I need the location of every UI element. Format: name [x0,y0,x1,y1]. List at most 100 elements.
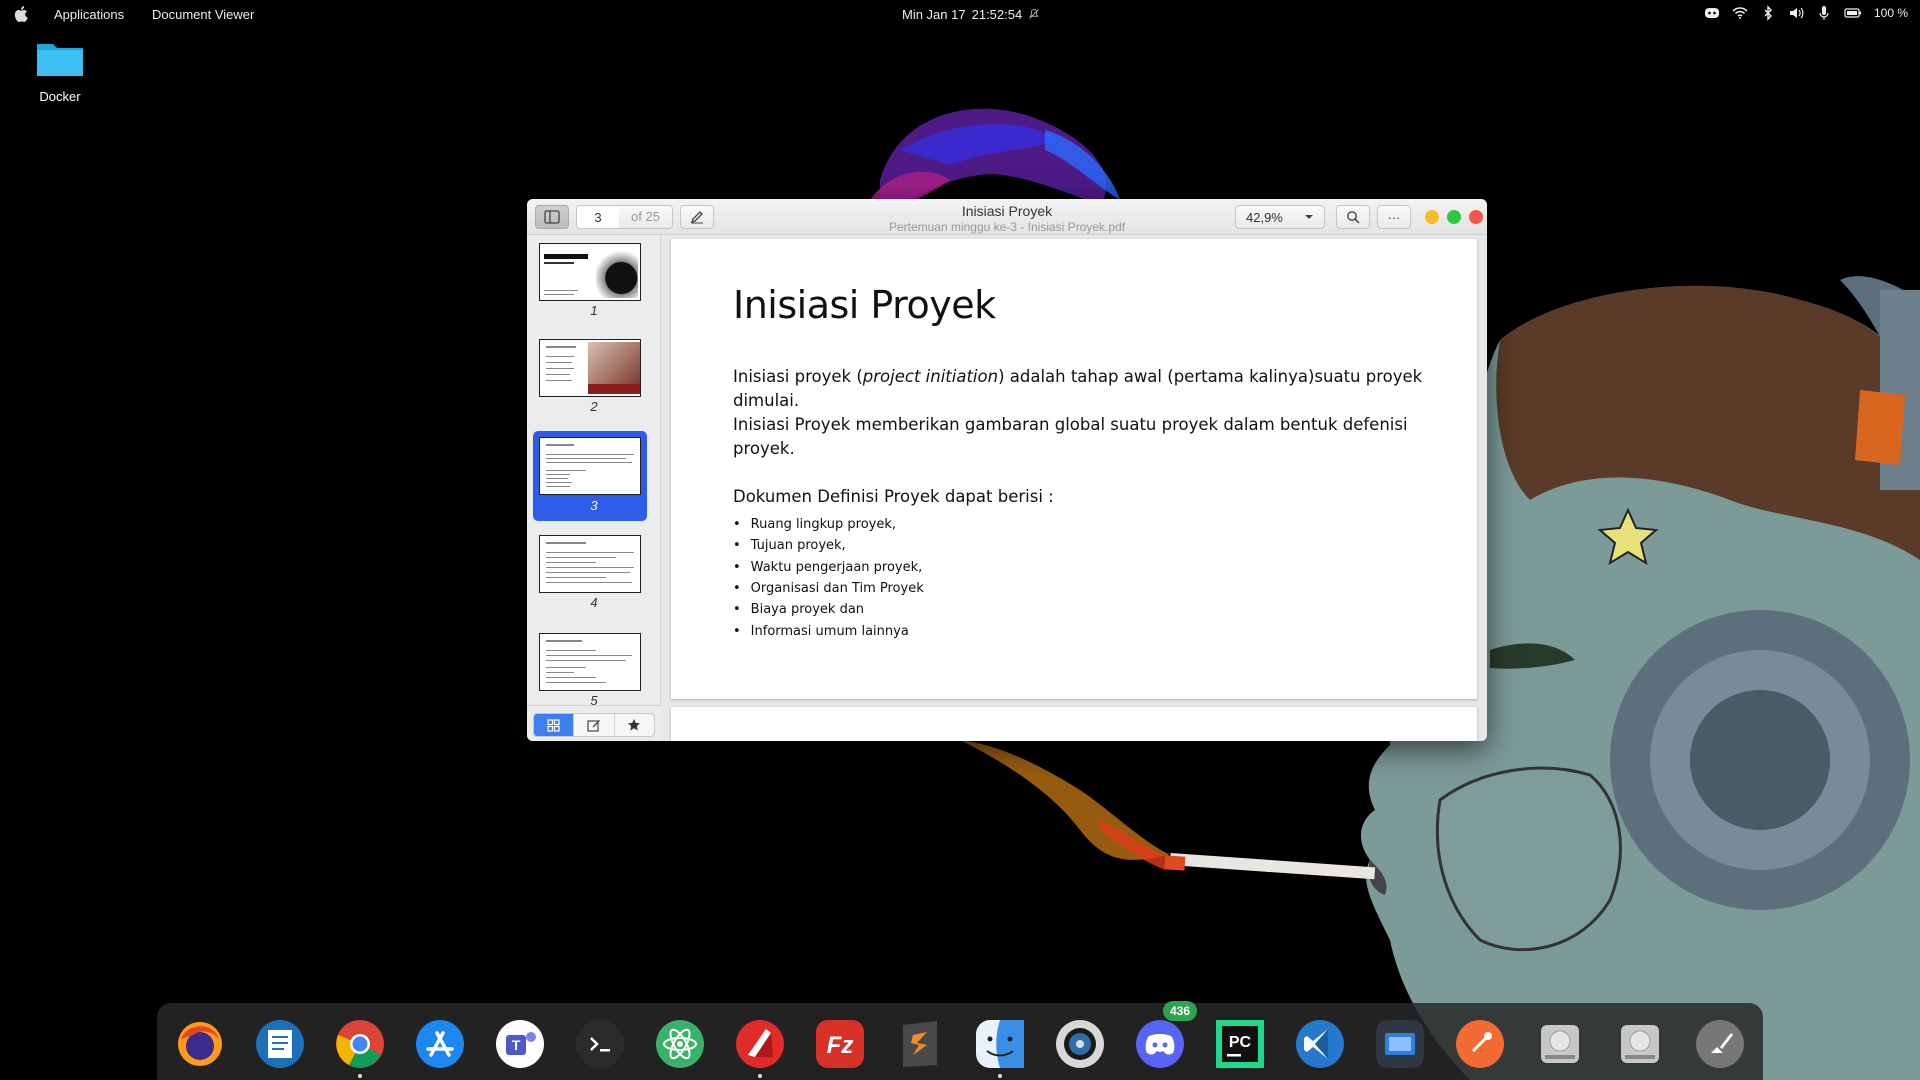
notifications-off-icon [1029,9,1040,19]
teams-icon: T [496,1020,544,1068]
dock-launchpad-button[interactable] [1693,1017,1747,1071]
desktop-icon-label: Docker [39,89,81,104]
finder-icon [976,1020,1024,1068]
dock-disk-utility-button[interactable] [1053,1017,1107,1071]
annotations-view-button[interactable] [574,714,615,736]
wifi-icon[interactable] [1732,5,1748,21]
more-options-button[interactable]: ··· [1377,205,1411,229]
running-indicator [998,1074,1002,1078]
sidebar-toggle-button[interactable] [535,205,569,229]
dock-chrome-button[interactable] [333,1017,387,1071]
document-viewer-icon [736,1020,784,1068]
clock-time: 21:52:54 [971,7,1023,22]
thumbnail-list[interactable]: 1 2 3 4 5 [527,235,661,705]
app-store-icon [416,1020,464,1068]
discord-icon [1136,1020,1184,1068]
volume-icon[interactable] [1788,5,1804,21]
search-button[interactable] [1336,205,1370,229]
pen-icon [690,211,703,224]
slide-heading: Inisiasi Proyek [733,283,996,327]
page-navigator: of 25 [576,205,673,229]
chrome-icon [336,1020,384,1068]
dock-terminal-button[interactable] [573,1017,627,1071]
title-bar: of 25 Inisiasi Proyek Pertemuan minggu k… [527,199,1487,235]
pdf-page-next [671,707,1477,741]
dock-teams-button[interactable]: T [493,1017,547,1071]
notification-badge: 436 [1163,1001,1198,1021]
slide-subheading: Dokumen Definisi Proyek dapat berisi : [733,487,1054,506]
thumbnail-page-1[interactable] [539,243,641,301]
list-item: Tujuan proyek, [733,535,924,556]
dock-screenshot-button[interactable] [1373,1017,1427,1071]
thumbnail-page-5[interactable] [539,633,641,691]
dock-filezilla-button[interactable]: Fz [813,1017,867,1071]
list-item: Organisasi dan Tim Proyek [733,578,924,599]
screenshot-icon [1376,1020,1424,1068]
svg-text:PC: PC [1229,1034,1252,1051]
list-item: Ruang lingkup proyek, [733,514,924,535]
launchpad-icon [1696,1020,1744,1068]
thumbnails-view-button[interactable] [534,714,575,736]
minimize-button[interactable] [1425,210,1439,224]
dock-atom-button[interactable] [653,1017,707,1071]
sidebar-footer [527,705,661,741]
thumbnail-page-2[interactable] [539,339,641,397]
thumbnail-label: 3 [590,498,598,513]
system-tray: 100 % [1704,5,1908,21]
sidebar-icon [544,210,560,224]
star-icon [628,719,641,731]
dock-app-store-button[interactable] [413,1017,467,1071]
thumbnail-sidebar: 1 2 3 4 5 [527,235,661,741]
dock-drive-2-button[interactable] [1613,1017,1667,1071]
apple-icon[interactable] [14,5,30,23]
dock-libreoffice-writer-button[interactable] [253,1017,307,1071]
window-title: Inisiasi Proyek Pertemuan minggu ke-3 - … [827,203,1187,234]
dock-postman-button[interactable] [1453,1017,1507,1071]
dock-firefox-button[interactable] [173,1017,227,1071]
active-app-menu[interactable]: Document Viewer [152,7,254,22]
dock-vscode-button[interactable] [1293,1017,1347,1071]
annotate-button[interactable] [680,205,714,229]
battery-percent: 100 % [1873,6,1908,20]
slide-paragraphs: Inisiasi proyek (project initiation) ada… [733,365,1423,461]
dock-discord-button[interactable] [1133,1017,1187,1071]
dock: T Fz 436 PC [157,1001,1763,1080]
dock-sublime-text-button[interactable] [893,1017,947,1071]
slide-bullet-list: Ruang lingkup proyek, Tujuan proyek, Wak… [733,514,924,642]
thumbnail-label: 2 [590,399,598,414]
disk-utility-icon [1056,1020,1104,1068]
thumbnail-page-3[interactable] [539,437,641,495]
desktop-icon-docker[interactable]: Docker [30,38,90,104]
bookmarks-view-button[interactable] [615,714,654,736]
libreoffice-writer-icon [256,1020,304,1068]
clock[interactable]: Min Jan 17 21:52:54 [902,7,1040,22]
postman-icon [1456,1020,1504,1068]
applications-menu[interactable]: Applications [54,7,124,22]
discord-tray-icon[interactable] [1704,5,1720,21]
microphone-icon[interactable] [1816,5,1832,21]
zoom-select[interactable]: 42,9% [1235,205,1325,229]
sidebar-mode-switcher [533,713,655,737]
document-canvas[interactable]: Inisiasi Proyek Inisiasi proyek (project… [661,235,1487,741]
slide-paragraph-1: Inisiasi proyek (project initiation) ada… [733,367,1423,410]
dock-drive-button[interactable] [1533,1017,1587,1071]
dock-pycharm-button[interactable]: PC [1213,1017,1267,1071]
bluetooth-icon[interactable] [1760,5,1776,21]
dock-finder-button[interactable] [973,1017,1027,1071]
drive-icon [1541,1025,1579,1063]
thumbnail-page-4[interactable] [539,535,641,593]
folder-icon [37,44,83,76]
page-total: of 25 [631,209,660,224]
document-viewer-window: of 25 Inisiasi Proyek Pertemuan minggu k… [527,199,1487,741]
maximize-button[interactable] [1447,210,1461,224]
search-icon [1347,211,1360,224]
grid-icon [547,718,560,732]
thumbnail-label: 4 [590,595,598,610]
battery-icon[interactable] [1844,5,1862,21]
list-item: Informasi umum lainnya [733,620,924,641]
dock-document-viewer-button[interactable] [733,1017,787,1071]
list-item: Biaya proyek dan [733,599,924,620]
page-number-input[interactable] [577,206,619,228]
pdf-page: Inisiasi Proyek Inisiasi proyek (project… [671,239,1477,699]
close-button[interactable] [1469,210,1483,224]
